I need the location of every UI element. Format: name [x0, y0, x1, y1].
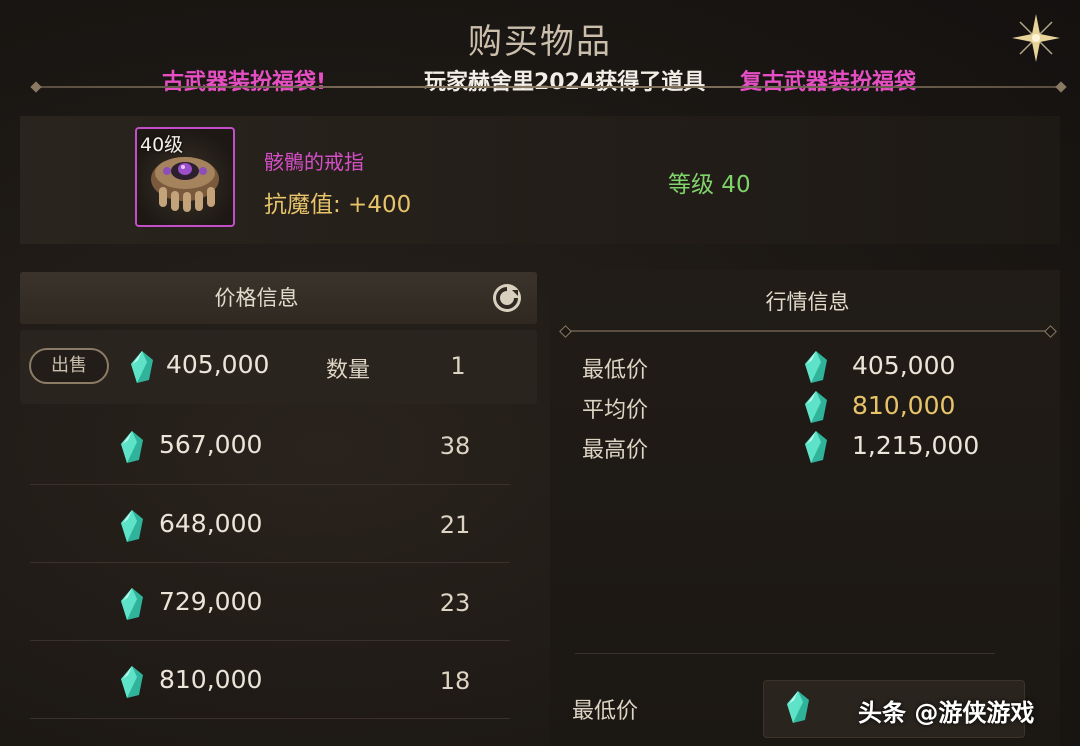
avg-price-value: 810,000: [852, 391, 956, 420]
listing-price: 405,000: [166, 350, 270, 379]
item-stat: 抗魔值: +400: [264, 192, 412, 218]
bottom-min-price-label: 最低价: [572, 699, 639, 724]
close-star-icon[interactable]: [1010, 12, 1062, 64]
listing-price: 648,000: [159, 509, 263, 538]
market-info-title: 行情信息: [765, 290, 850, 314]
listing-quantity: 1: [450, 352, 466, 380]
row-divider: [30, 718, 510, 719]
ticker-part-3: 复古武器装扮福袋: [740, 70, 917, 95]
watermark: 头条 @游侠游戏: [858, 699, 1035, 727]
listing-quantity: 38: [439, 432, 471, 460]
market-bottom-divider: [575, 653, 995, 654]
listing-quantity: 21: [439, 511, 471, 539]
gem-icon: [121, 431, 143, 463]
min-price-label: 最低价: [582, 358, 649, 383]
item-level-badge: 40级: [140, 134, 184, 156]
max-price-label: 最高价: [582, 438, 649, 463]
gem-icon: [805, 351, 827, 383]
price-info-title: 价格信息: [214, 286, 299, 310]
sell-button[interactable]: 出售: [29, 348, 109, 384]
row-divider: [30, 484, 510, 485]
row-divider: [30, 562, 510, 563]
max-price-value: 1,215,000: [852, 431, 980, 460]
quantity-label: 数量: [326, 358, 371, 383]
gem-icon: [121, 588, 143, 620]
listing-quantity: 23: [439, 589, 471, 617]
avg-price-label: 平均价: [582, 398, 649, 423]
gem-icon: [121, 510, 143, 542]
refresh-icon[interactable]: [490, 281, 524, 315]
gem-icon: [805, 431, 827, 463]
market-divider: [566, 330, 1050, 332]
row-divider: [30, 640, 510, 641]
gem-icon: [131, 351, 153, 383]
min-price-value: 405,000: [852, 351, 956, 380]
listing-price: 729,000: [159, 587, 263, 616]
gem-icon: [121, 666, 143, 698]
listing-price: 567,000: [159, 430, 263, 459]
item-name: 骸鶻的戒指: [264, 150, 364, 174]
gem-icon: [787, 691, 809, 723]
market-info-panel: [550, 270, 1060, 746]
broadcast-ticker: 古武器装扮福袋! 玩家赫舍里2024获得了道具 复古武器装扮福袋: [0, 62, 1080, 95]
item-grade: 等级 40: [668, 172, 751, 198]
gem-icon: [805, 391, 827, 423]
page-title: 购买物品: [468, 22, 612, 62]
listing-price: 810,000: [159, 665, 263, 694]
listing-quantity: 18: [439, 667, 471, 695]
ticker-part-1: 古武器装扮福袋!: [162, 70, 327, 95]
title-divider: [36, 86, 1061, 88]
ticker-part-2: 玩家赫舍里2024获得了道具: [424, 70, 706, 95]
